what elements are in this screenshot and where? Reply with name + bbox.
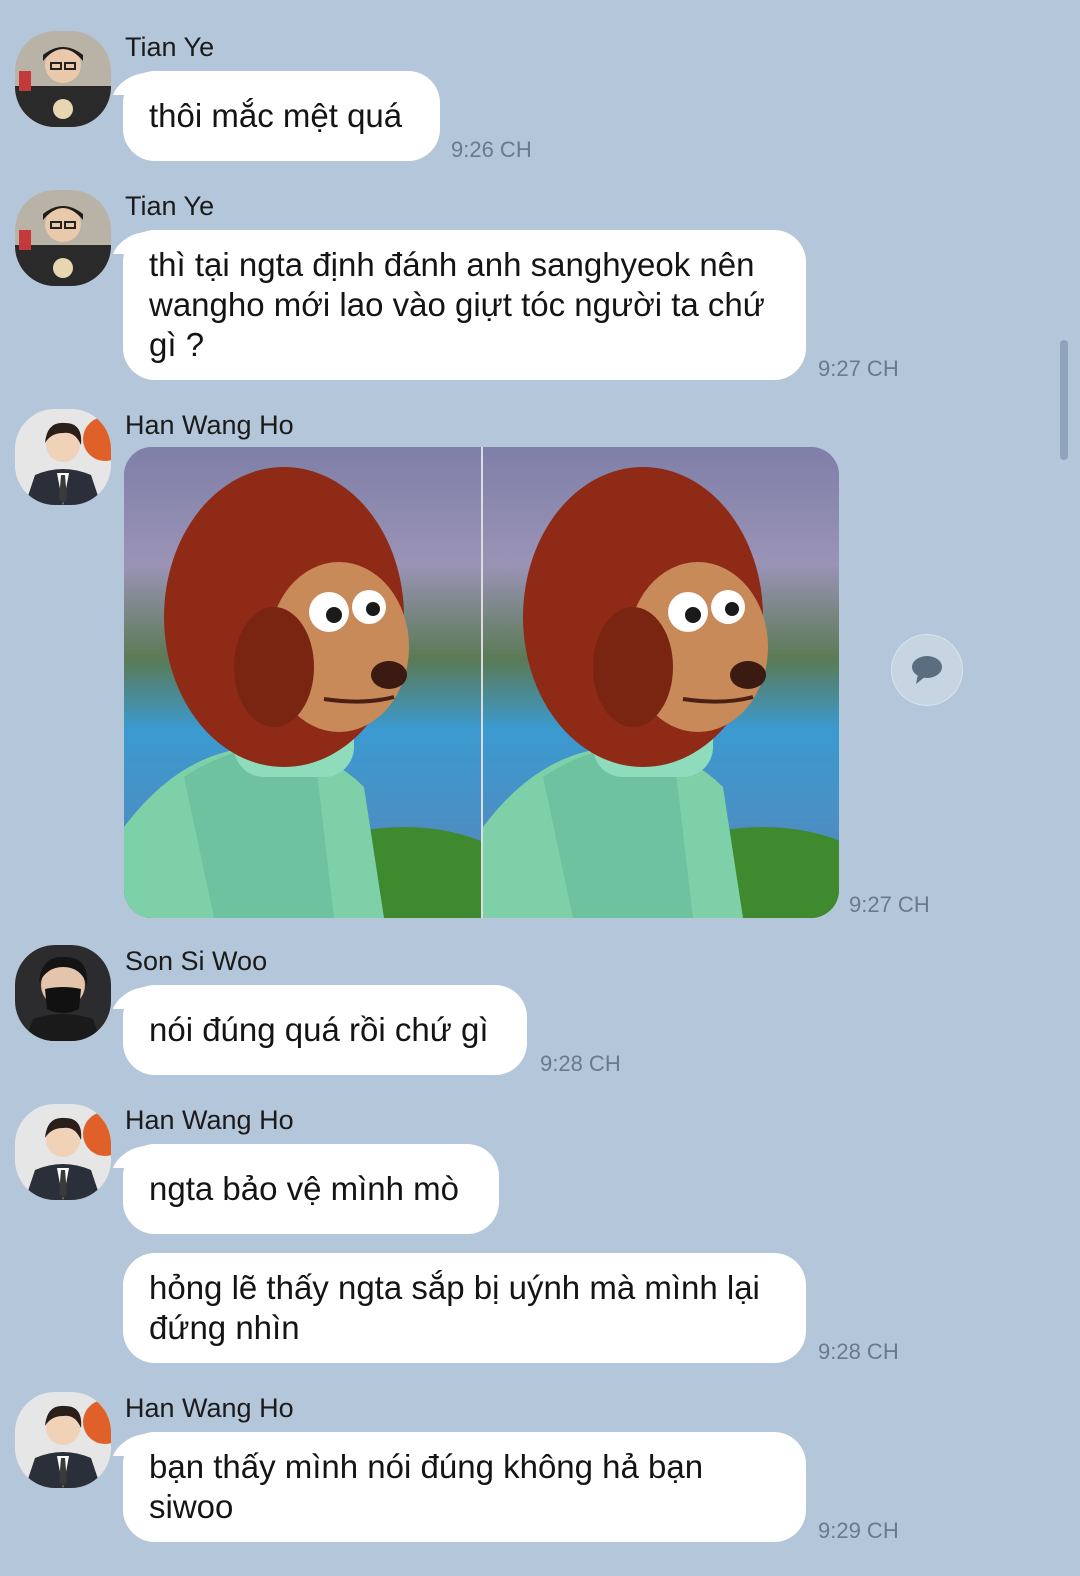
avatar-han-wang-ho[interactable]	[15, 409, 111, 505]
scrollbar[interactable]	[1060, 340, 1068, 460]
avatar-tian-ye[interactable]	[15, 31, 111, 127]
reply-button[interactable]	[891, 634, 963, 706]
message-time: 9:28 CH	[818, 1339, 899, 1364]
message-bubble[interactable]: bạn thấy mình nói đúng không hả bạn siwo…	[123, 1432, 806, 1542]
sender-name: Son Si Woo	[125, 946, 268, 976]
puppet-meme-image[interactable]	[124, 447, 839, 918]
message-time: 9:27 CH	[818, 356, 899, 381]
sender-name: Tian Ye	[125, 191, 215, 221]
message-text: bạn thấy mình nói đúng không hả bạn siwo…	[149, 1448, 704, 1525]
sender-name: Han Wang Ho	[125, 1105, 294, 1135]
message-bubble[interactable]: hỏng lẽ thấy ngta sắp bị uýnh mà mình lạ…	[123, 1253, 806, 1363]
sender-name: Tian Ye	[125, 32, 215, 62]
message-bubble[interactable]: ngta bảo vệ mình mò	[123, 1144, 499, 1234]
message-time: 9:28 CH	[540, 1051, 621, 1076]
message-bubble[interactable]: thì tại ngta định đánh anh sanghyeok nên…	[123, 230, 806, 380]
message-text: thì tại ngta định đánh anh sanghyeok nên…	[149, 246, 765, 363]
avatar-son-si-woo[interactable]	[15, 945, 111, 1041]
message-text: ngta bảo vệ mình mò	[149, 1170, 460, 1207]
speech-bubble-icon	[912, 656, 942, 684]
message-time: 9:27 CH	[849, 892, 930, 917]
message-text: hỏng lẽ thấy ngta sắp bị uýnh mà mình lạ…	[149, 1269, 760, 1346]
message-text: thôi mắc mệt quá	[149, 97, 403, 134]
sender-name: Han Wang Ho	[125, 1393, 294, 1423]
message-text: nói đúng quá rồi chứ gì	[149, 1011, 489, 1048]
message-time: 9:29 CH	[818, 1518, 899, 1543]
avatar-han-wang-ho[interactable]	[15, 1392, 111, 1488]
chat-view: Tian Ye thôi mắc mệt quá 9:26 CH Tian Ye…	[0, 0, 1080, 1576]
avatar-tian-ye[interactable]	[15, 190, 111, 286]
message-time: 9:26 CH	[451, 137, 532, 162]
message-bubble[interactable]: thôi mắc mệt quá	[123, 71, 440, 161]
avatar-han-wang-ho[interactable]	[15, 1104, 111, 1200]
sender-name: Han Wang Ho	[125, 410, 294, 440]
message-bubble[interactable]: nói đúng quá rồi chứ gì	[123, 985, 527, 1075]
